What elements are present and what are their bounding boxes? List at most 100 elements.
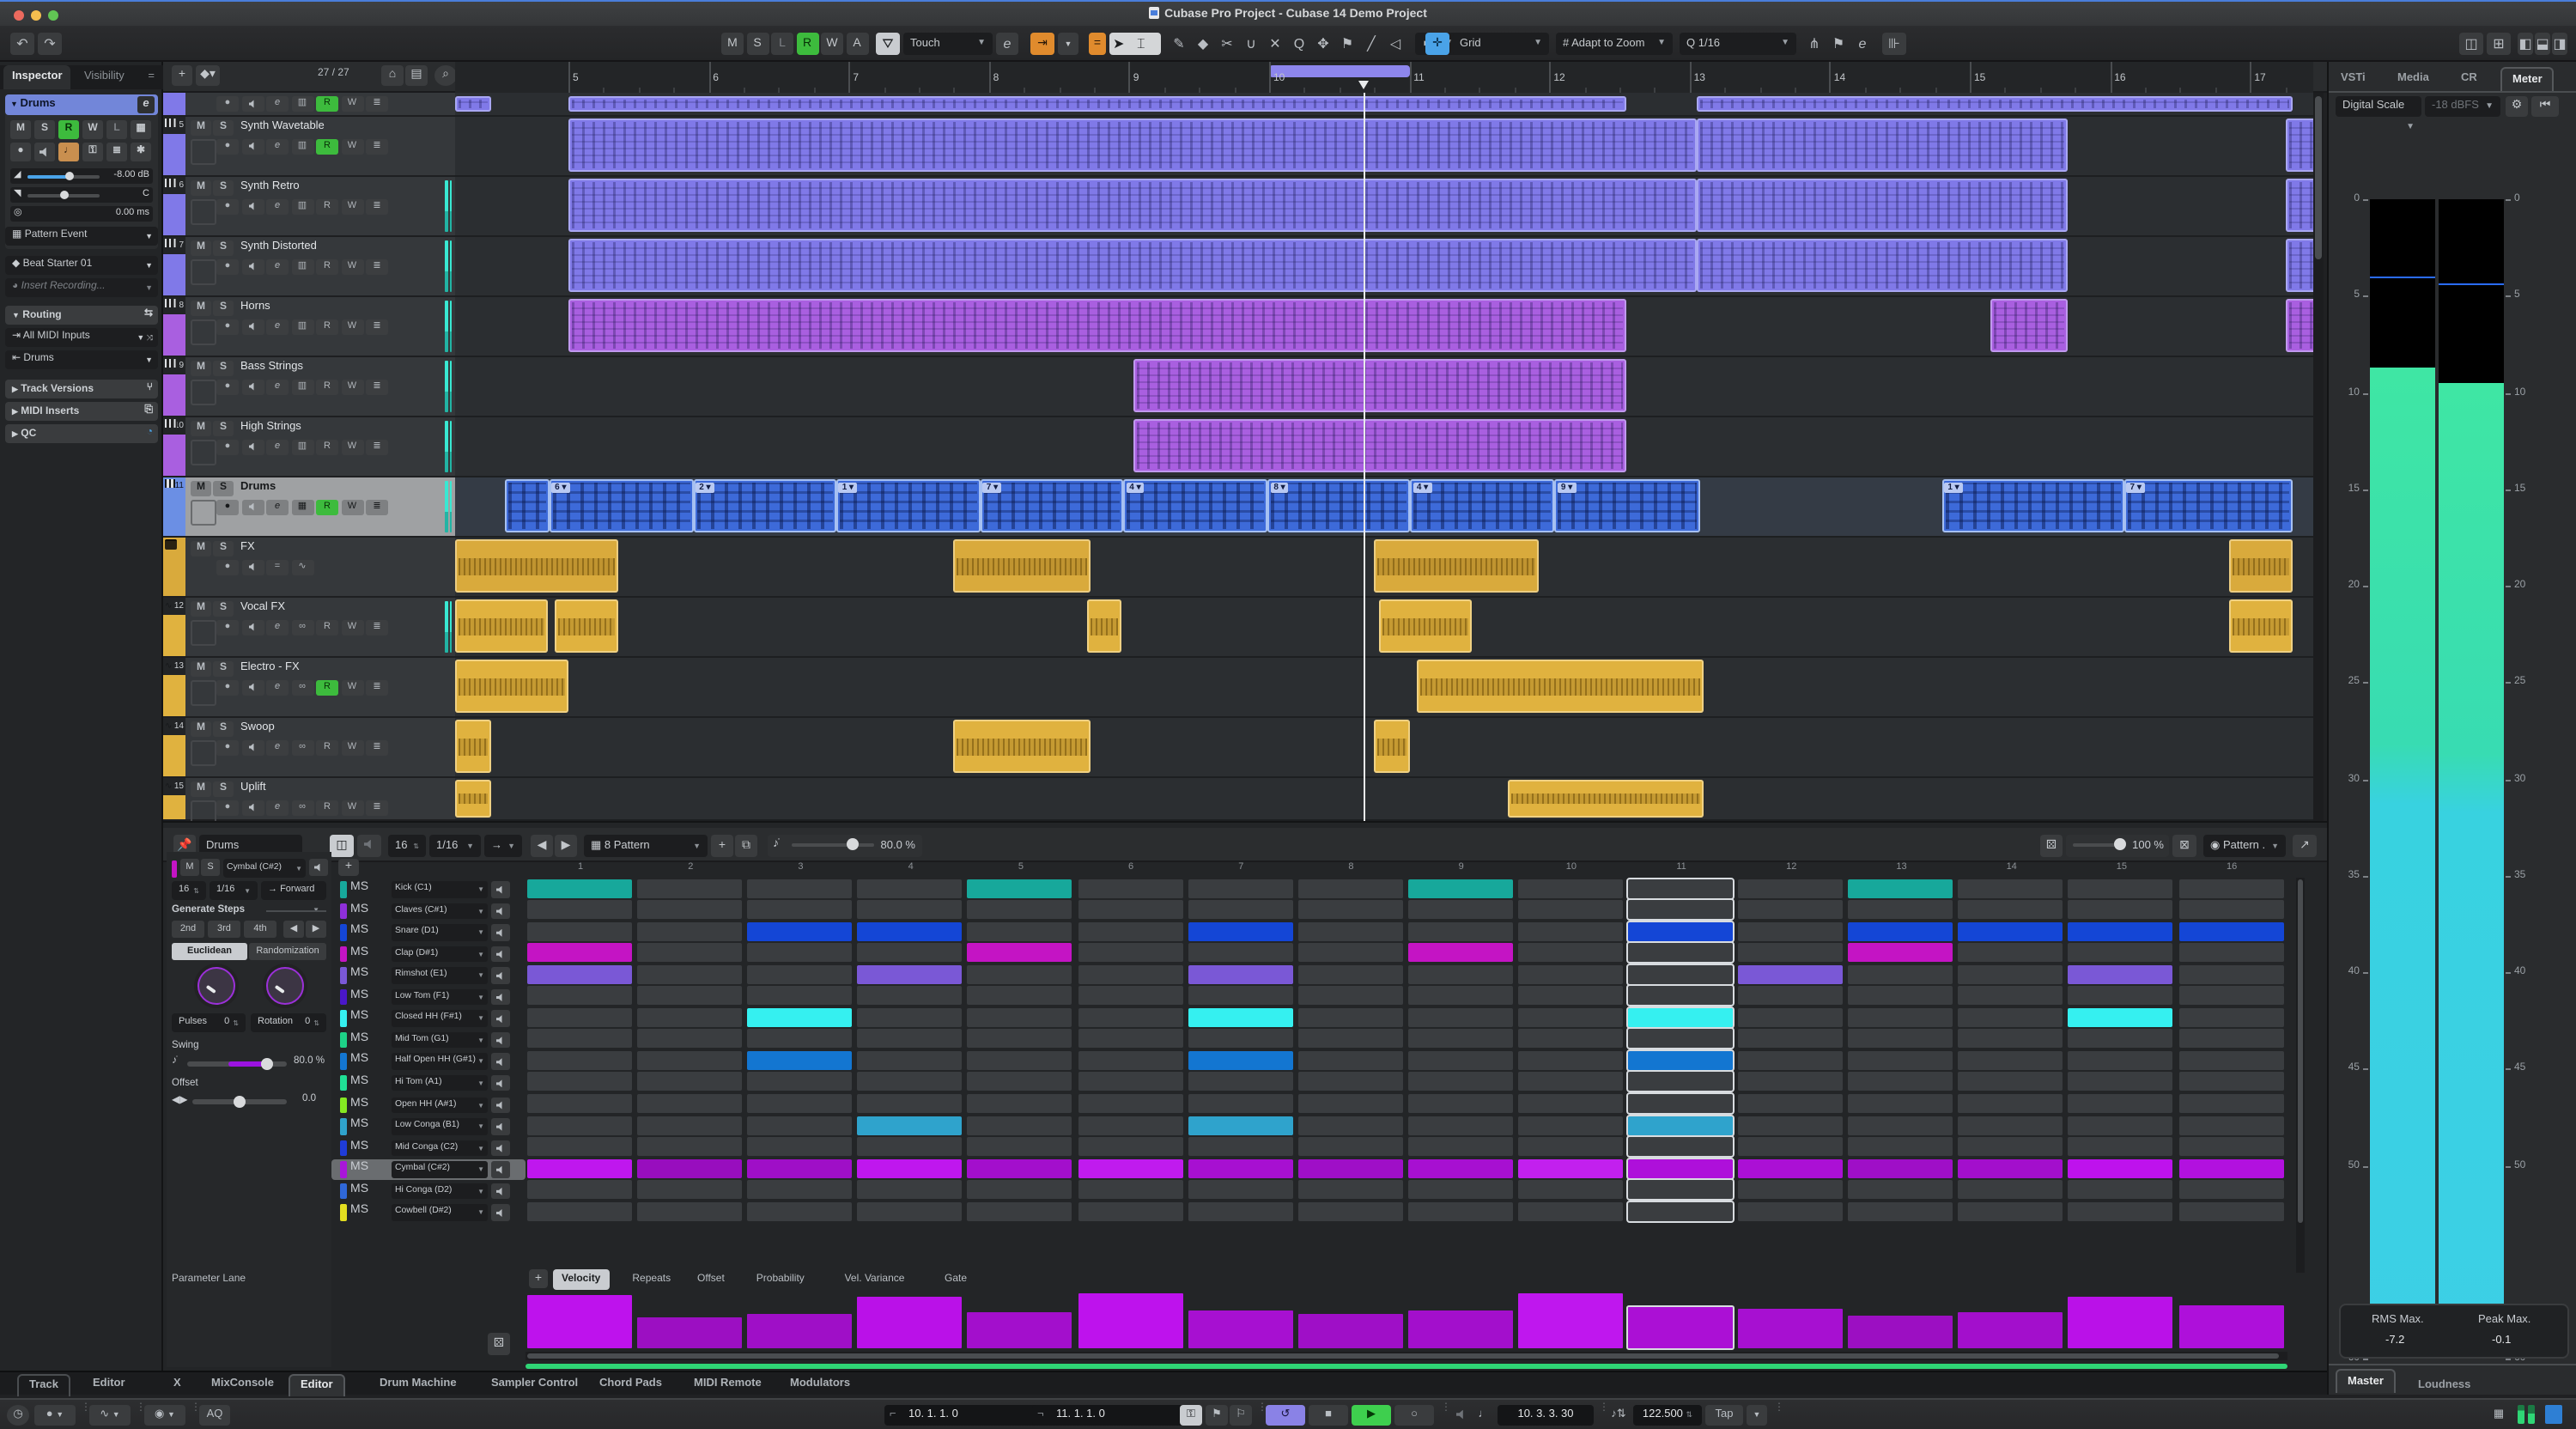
param-tab-repeats[interactable]: Repeats bbox=[623, 1269, 679, 1290]
track-slot-box[interactable] bbox=[191, 739, 216, 765]
step-cell[interactable] bbox=[1407, 964, 1513, 984]
track-preset-selector[interactable]: ◆ Beat Starter 01 ▼ bbox=[5, 256, 158, 275]
step-cell[interactable] bbox=[1625, 1178, 1735, 1201]
lower-zone-toggle-icon[interactable]: ⬓ bbox=[2535, 32, 2550, 54]
step-cell[interactable] bbox=[1078, 921, 1183, 941]
velocity-bar[interactable] bbox=[1848, 1315, 1953, 1348]
pattern-select[interactable]: ▦ 8 Pattern ▼ bbox=[584, 834, 708, 856]
step-cell[interactable] bbox=[637, 964, 743, 984]
track-solo-button[interactable]: S bbox=[213, 300, 234, 315]
step-cell[interactable] bbox=[1848, 964, 1953, 984]
track-mute-button[interactable]: M bbox=[191, 781, 211, 796]
drum-edit-button[interactable]: ♩ bbox=[58, 143, 79, 161]
step-cell[interactable] bbox=[1188, 964, 1293, 984]
step-cell[interactable] bbox=[1188, 1050, 1293, 1070]
drum-lane-row[interactable]: MS Mid Tom (G1) ▼ bbox=[331, 1030, 526, 1051]
track-row[interactable]: 11 MS Drums ● e ▦ R W ≣ bbox=[163, 477, 455, 537]
track-mute-button[interactable]: M bbox=[191, 179, 211, 195]
monitor-button[interactable] bbox=[34, 143, 55, 161]
step-cell[interactable] bbox=[967, 964, 1072, 984]
track-edit-settings-icon[interactable]: e bbox=[266, 499, 289, 514]
step-cell[interactable] bbox=[1517, 900, 1623, 920]
tab-media[interactable]: Media bbox=[2397, 67, 2429, 89]
show-left-zone-toggle[interactable]: ◫ bbox=[330, 834, 354, 856]
midi-event[interactable] bbox=[1696, 119, 2069, 172]
track-name[interactable]: Synth Retro bbox=[240, 179, 300, 192]
swing-control[interactable]: ♪̇ 80.0 % bbox=[768, 834, 922, 856]
lower-tab-track[interactable]: Track bbox=[17, 1374, 70, 1396]
step-cell[interactable] bbox=[1625, 1200, 1735, 1223]
step-cell[interactable] bbox=[1517, 1050, 1623, 1070]
step-cell[interactable] bbox=[1958, 1180, 2063, 1200]
zoom-tool[interactable]: Q bbox=[1288, 32, 1310, 54]
track-record-icon[interactable]: ● bbox=[216, 499, 239, 514]
step-cell[interactable] bbox=[1517, 1072, 1623, 1092]
track-read-button[interactable]: R bbox=[316, 739, 338, 755]
section-qc[interactable]: ▶ QC ◔ bbox=[5, 424, 158, 443]
step-cell[interactable] bbox=[967, 1116, 1072, 1135]
step-cell[interactable] bbox=[527, 1050, 633, 1070]
step-cell[interactable] bbox=[637, 986, 743, 1006]
step-cell[interactable] bbox=[967, 943, 1072, 963]
velocity-bar[interactable] bbox=[2178, 1304, 2284, 1348]
tempo-mode-select[interactable]: ▼ bbox=[1747, 1404, 1767, 1425]
track-name[interactable]: Drums bbox=[240, 480, 276, 492]
midi-event[interactable] bbox=[2285, 119, 2313, 172]
track-row[interactable]: ● e ▥ R W ≣ bbox=[163, 93, 455, 116]
lane-solo-button[interactable]: S bbox=[361, 1118, 368, 1130]
step-cell[interactable] bbox=[527, 986, 633, 1006]
track-mute-button[interactable]: M bbox=[191, 420, 211, 435]
global-r-automation-button[interactable]: R bbox=[796, 32, 818, 54]
step-cell[interactable] bbox=[857, 1029, 963, 1049]
record-mode-select[interactable]: ● ▼ bbox=[34, 1404, 76, 1425]
tab-randomization[interactable]: Randomization bbox=[249, 943, 326, 960]
step-cell[interactable] bbox=[527, 1029, 633, 1049]
step-cell[interactable] bbox=[2068, 1050, 2173, 1070]
lane-name-select[interactable]: Mid Tom (G1) ▼ bbox=[392, 1031, 488, 1049]
inspector-track-header[interactable]: ▼ Drums e bbox=[5, 94, 158, 115]
velocity-bar[interactable] bbox=[967, 1312, 1072, 1348]
step-cell[interactable] bbox=[1625, 1070, 1735, 1093]
track-write-button[interactable]: W bbox=[341, 679, 363, 695]
track-monitor-icon[interactable] bbox=[241, 559, 264, 575]
lane-solo-button[interactable]: S bbox=[361, 1161, 368, 1173]
pattern-event-label[interactable]: 7 ▾ bbox=[982, 482, 1002, 493]
step-cell[interactable] bbox=[1738, 900, 1844, 920]
editor-h-scrollbar[interactable] bbox=[526, 1352, 2287, 1359]
step-cell[interactable] bbox=[637, 1180, 743, 1200]
step-cell[interactable] bbox=[1188, 1029, 1293, 1049]
lower-tab-sampler-control[interactable]: Sampler Control bbox=[481, 1374, 588, 1395]
track-instrument-icon[interactable]: ▥ bbox=[291, 439, 313, 454]
step-cell[interactable] bbox=[527, 943, 633, 963]
track-record-icon[interactable]: ● bbox=[216, 559, 239, 575]
open-mixconsole-icon[interactable]: ◫ bbox=[2459, 32, 2483, 54]
punch-out-icon[interactable]: ⚐ bbox=[1230, 1404, 1252, 1425]
shift-right-icon[interactable]: ▶ bbox=[306, 921, 326, 938]
midi-event[interactable] bbox=[2285, 179, 2313, 232]
step-cell[interactable] bbox=[1738, 1180, 1844, 1200]
midi-event[interactable] bbox=[455, 95, 492, 112]
step-cell[interactable] bbox=[1297, 1007, 1403, 1027]
step-cell[interactable] bbox=[1078, 1180, 1183, 1200]
track-slot-box[interactable] bbox=[191, 439, 216, 465]
tap-tempo-button[interactable]: Tap bbox=[1705, 1404, 1743, 1425]
step-cell[interactable] bbox=[1738, 1116, 1844, 1135]
lane-preview-icon[interactable] bbox=[491, 1097, 510, 1113]
track-edit-settings-icon[interactable]: e bbox=[266, 319, 289, 334]
gen-steps-stepper[interactable]: 16 ⇅ bbox=[172, 881, 206, 900]
step-cell[interactable] bbox=[1625, 1114, 1735, 1137]
step-cell[interactable] bbox=[1625, 1135, 1735, 1158]
step-cell[interactable] bbox=[1407, 921, 1513, 941]
step-cell[interactable] bbox=[1407, 1201, 1513, 1221]
automation-settings-button[interactable]: e bbox=[996, 32, 1018, 54]
audio-event[interactable] bbox=[1374, 720, 1410, 773]
track-name[interactable]: Horns bbox=[240, 300, 270, 312]
velocity-bar[interactable] bbox=[747, 1314, 853, 1348]
lane-solo-button[interactable]: S bbox=[201, 859, 220, 876]
step-cell[interactable] bbox=[857, 1050, 963, 1070]
step-cell[interactable] bbox=[1738, 879, 1844, 897]
velocity-bar[interactable] bbox=[1625, 1304, 1735, 1350]
midi-event[interactable] bbox=[2285, 239, 2313, 292]
transport-overview-icon[interactable]: ◷ bbox=[7, 1404, 29, 1425]
meter-reset-icon[interactable]: ⏮ bbox=[2531, 96, 2559, 117]
